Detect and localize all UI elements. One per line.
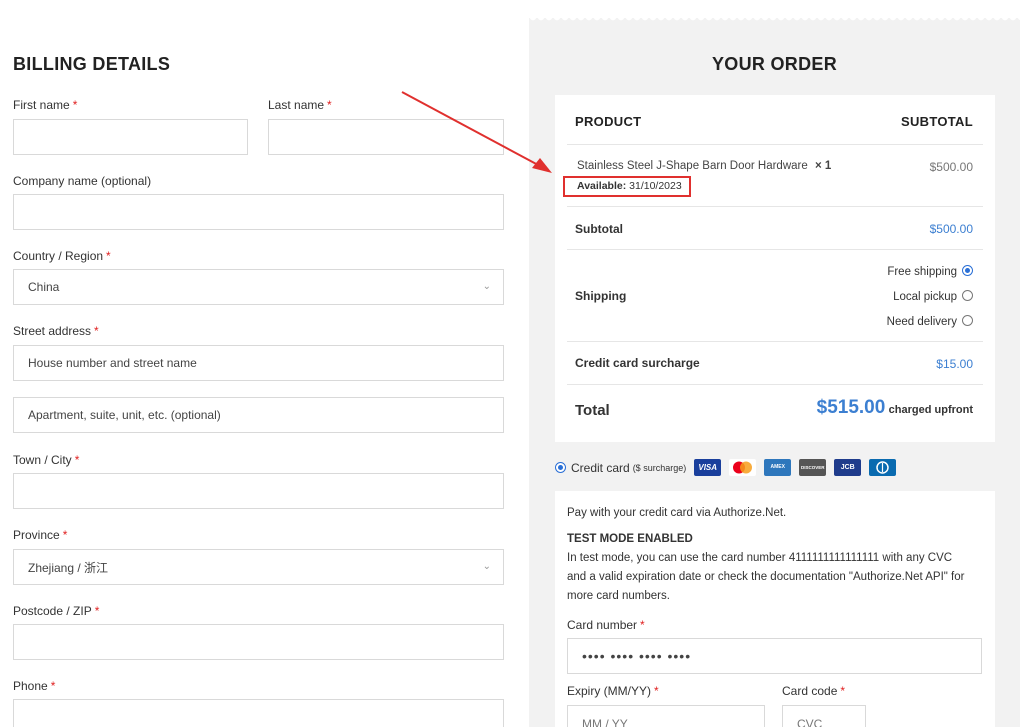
payment-method-label: Credit card — [571, 460, 630, 475]
cvc-input[interactable]: CVC — [782, 705, 866, 727]
item-price: $500.00 — [929, 160, 973, 174]
phone-input[interactable] — [13, 699, 504, 727]
diners-club-icon — [869, 459, 897, 476]
billing-title: BILLING DETAILS — [13, 54, 171, 74]
order-title: YOUR ORDER — [711, 54, 837, 74]
chevron-down-icon: ⌄ — [482, 281, 491, 292]
subtotal-row: Subtotal $500.00 — [567, 207, 983, 250]
order-table-header: PRODUCT SUBTOTAL — [567, 95, 983, 145]
cvc-placeholder: CVC — [797, 717, 823, 727]
subtotal-value: $500.00 — [929, 222, 973, 236]
radio-selected-icon[interactable] — [962, 265, 973, 276]
postcode-label: Postcode / ZIP * — [13, 604, 100, 618]
payment-method-note: ($ surcharge) — [632, 462, 687, 473]
amex-icon: AMEX — [764, 459, 792, 476]
item-name: Stainless Steel J-Shape Barn Door Hardwa… — [577, 160, 832, 172]
province-value: Zhejiang / 浙江 — [28, 560, 109, 575]
shipping-option-pickup[interactable]: Local pickup — [893, 290, 973, 303]
credit-card-form: Pay with your credit card via Authorize.… — [555, 491, 995, 727]
surcharge-label: Credit card surcharge — [575, 356, 700, 370]
country-label: Country / Region * — [13, 249, 111, 263]
order-review-table: PRODUCT SUBTOTAL Stainless Steel J-Shape… — [555, 95, 995, 442]
card-number-label: Card number * — [567, 618, 645, 632]
province-select[interactable]: Zhejiang / 浙江 ⌄ — [13, 549, 504, 585]
company-label: Company name (optional) — [13, 174, 152, 188]
street-input[interactable]: House number and street name — [13, 345, 504, 381]
last-name-label: Last name * — [268, 98, 332, 112]
expiry-label: Expiry (MM/YY) * — [567, 684, 659, 698]
annotation-highlight-box — [563, 176, 691, 197]
first-name-label: First name * — [13, 98, 78, 112]
shipping-option-delivery[interactable]: Need delivery — [887, 315, 973, 328]
payment-description: Pay with your credit card via Authorize.… — [567, 507, 787, 519]
total-amount: $515.00 charged upfront — [817, 397, 973, 419]
discover-icon: DISCOVER — [799, 459, 827, 476]
test-mode-text-1: In test mode, you can use the card numbe… — [567, 552, 953, 564]
street-placeholder: House number and street name — [28, 356, 197, 370]
cvc-label: Card code * — [782, 684, 846, 698]
province-label: Province * — [13, 528, 68, 542]
apartment-placeholder: Apartment, suite, unit, etc. (optional) — [28, 408, 221, 422]
first-name-input[interactable] — [13, 119, 248, 155]
country-select[interactable]: China ⌄ — [13, 269, 504, 305]
total-note: charged upfront — [888, 404, 973, 416]
last-name-input[interactable] — [268, 119, 504, 155]
chevron-down-icon: ⌄ — [482, 561, 491, 572]
company-input[interactable] — [13, 194, 504, 230]
shipping-label: Shipping — [575, 289, 627, 303]
surcharge-value: $15.00 — [936, 357, 973, 371]
postcode-input[interactable] — [13, 624, 504, 660]
jcb-icon: JCB — [834, 459, 862, 476]
shipping-row: Shipping Free shipping Local pickup Need… — [567, 250, 983, 342]
subtotal-column-header: SUBTOTAL — [901, 114, 973, 129]
radio-selected-icon[interactable] — [555, 462, 566, 473]
radio-icon[interactable] — [962, 315, 973, 326]
visa-icon: VISA — [694, 459, 722, 476]
apartment-input[interactable]: Apartment, suite, unit, etc. (optional) — [13, 397, 504, 433]
shipping-option-free[interactable]: Free shipping — [887, 265, 973, 278]
surcharge-row: Credit card surcharge $15.00 — [567, 342, 983, 385]
country-value: China — [28, 280, 60, 294]
city-label: Town / City * — [13, 453, 80, 467]
test-mode-text-2: and a valid expiration date or check the… — [567, 571, 965, 583]
test-mode-text-3: more card numbers. — [567, 590, 670, 602]
test-mode-title: TEST MODE ENABLED — [567, 533, 693, 545]
expiry-input[interactable]: MM / YY — [567, 705, 765, 727]
phone-label: Phone * — [13, 679, 56, 693]
subtotal-label: Subtotal — [575, 222, 623, 236]
radio-icon[interactable] — [962, 290, 973, 301]
mastercard-icon — [729, 459, 757, 476]
expiry-placeholder: MM / YY — [582, 717, 628, 727]
total-value: $515.00 — [816, 397, 886, 418]
card-number-input[interactable]: •••• •••• •••• •••• — [567, 638, 982, 674]
street-label: Street address * — [13, 324, 99, 338]
card-number-placeholder: •••• •••• •••• •••• — [582, 648, 692, 664]
total-label: Total — [575, 402, 610, 419]
total-row: Total $515.00 charged upfront — [567, 385, 983, 442]
payment-method-credit-card[interactable]: Credit card ($ surcharge) VISA AMEX DISC… — [555, 459, 897, 476]
city-input[interactable] — [13, 473, 504, 509]
product-column-header: PRODUCT — [575, 114, 642, 129]
